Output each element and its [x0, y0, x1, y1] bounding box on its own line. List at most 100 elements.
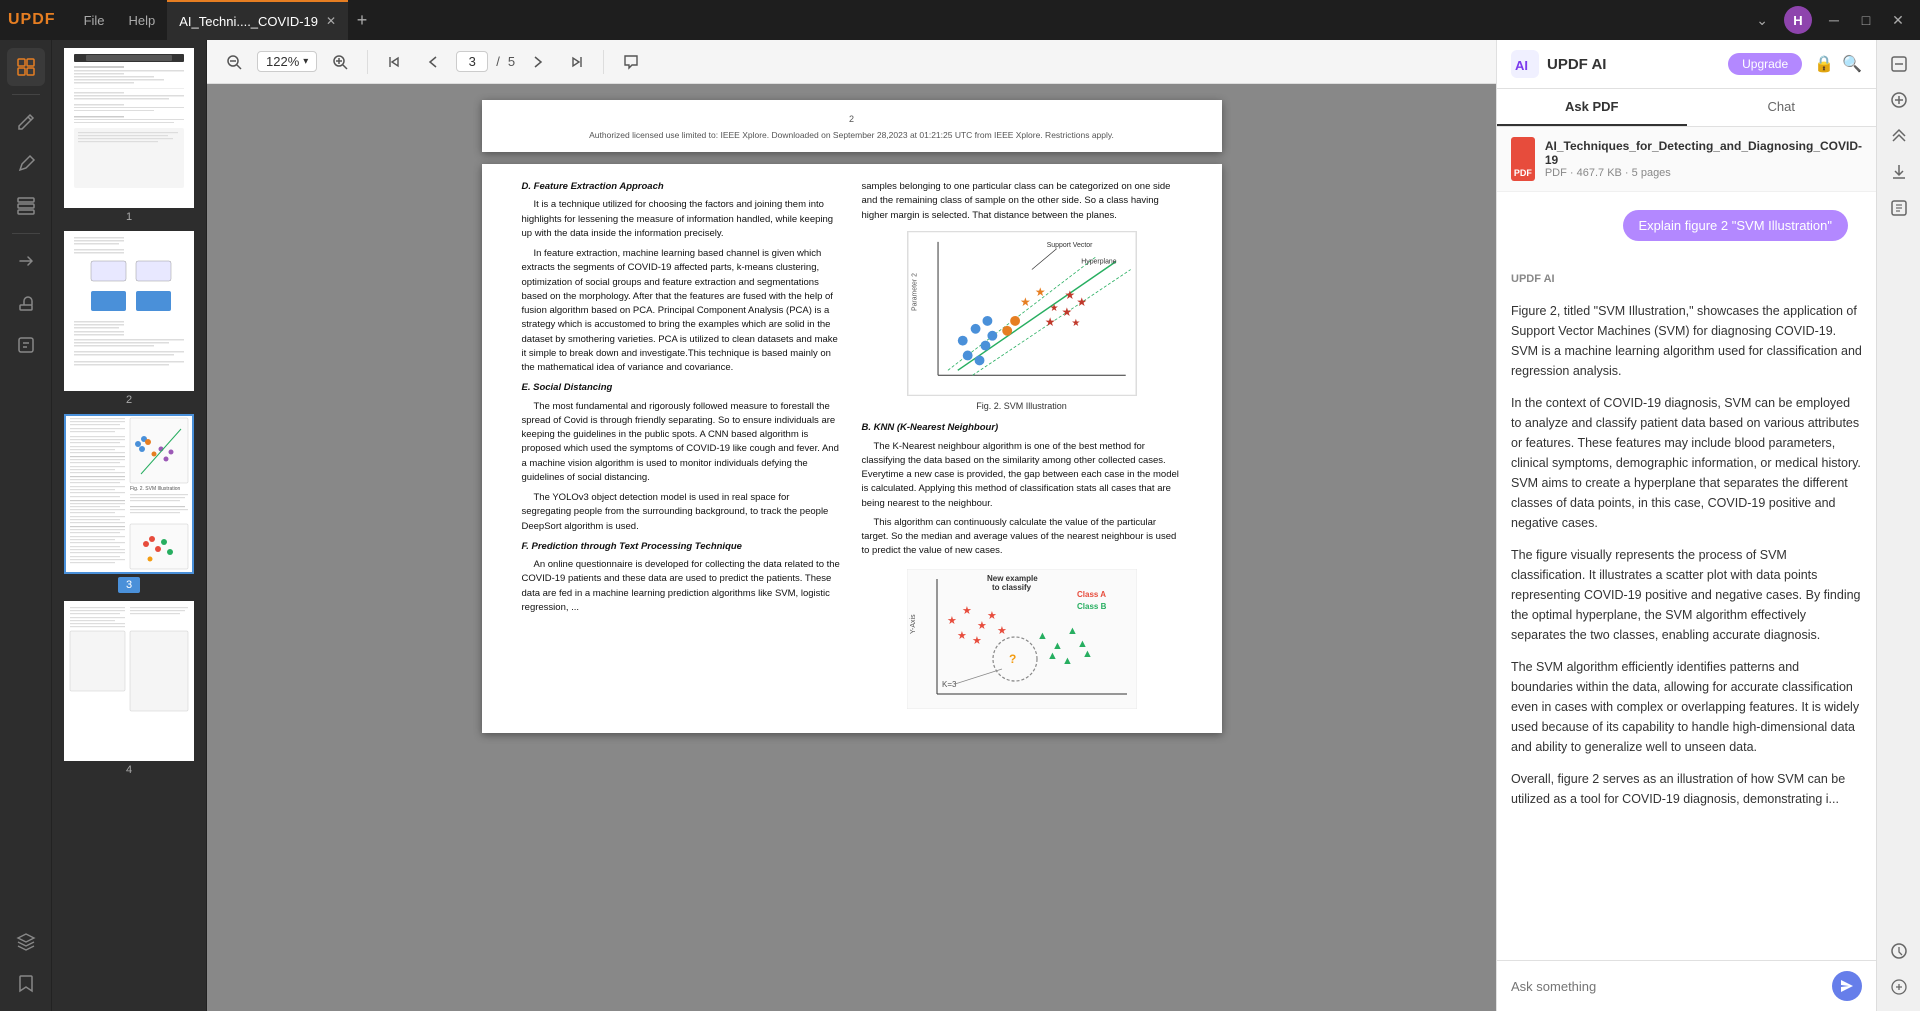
content-wrapper: 1: [0, 40, 1920, 1011]
zoom-out-button[interactable]: [219, 47, 249, 77]
svg-text:▲: ▲: [1062, 655, 1073, 667]
section-e-title: E. Social Distancing: [522, 381, 842, 395]
svg-text:★: ★: [1064, 288, 1075, 302]
zoom-value: 122%: [266, 54, 299, 69]
comment-button[interactable]: [616, 47, 646, 77]
sidebar-icon-ocr[interactable]: [7, 326, 45, 364]
tab-ask-pdf[interactable]: Ask PDF: [1497, 89, 1687, 126]
sidebar-icon-layers[interactable]: [7, 923, 45, 961]
section-f-para5: An online questionnaire is developed for…: [522, 558, 842, 615]
sidebar-icon-stamp[interactable]: [7, 284, 45, 322]
svg-text:K=3: K=3: [942, 680, 957, 689]
toolbar-sep-2: [603, 50, 604, 74]
fr-icon-1[interactable]: [1883, 48, 1915, 80]
left-sidebar: [0, 40, 52, 1011]
svg-text:Class B: Class B: [1077, 602, 1107, 611]
pdf-page-number-2: 2: [522, 108, 1182, 130]
svg-text:▲: ▲: [1037, 630, 1048, 642]
sidebar-icon-edit[interactable]: [7, 103, 45, 141]
updf-ai-logo: AI: [1511, 50, 1539, 78]
maximize-button[interactable]: □: [1852, 6, 1880, 34]
thumb-label-2: 2: [126, 394, 132, 406]
toolbar: 122% ▾ / 5: [207, 40, 1496, 84]
fr-icon-3[interactable]: [1883, 120, 1915, 152]
svg-text:Class A: Class A: [1077, 590, 1106, 599]
svg-text:★: ★: [997, 625, 1007, 637]
section-e-para4: The YOLOv3 object detection model is use…: [522, 491, 842, 534]
sidebar-icon-annotate[interactable]: [7, 145, 45, 183]
explain-btn-wrapper: Explain figure 2 "SVM Illustration": [1497, 192, 1876, 259]
sidebar-divider-2: [12, 233, 40, 234]
page-sep: /: [496, 54, 500, 69]
svg-text:Y-Axis: Y-Axis: [910, 613, 917, 633]
zoom-display[interactable]: 122% ▾: [257, 51, 317, 72]
ai-send-button[interactable]: [1832, 971, 1862, 1001]
pdf-authorized-text: Authorized licensed use limited to: IEEE…: [522, 130, 1182, 140]
zoom-dropdown-icon[interactable]: ▾: [303, 56, 308, 67]
svg-text:Fig. 2. SVM Illustration: Fig. 2. SVM Illustration: [130, 486, 181, 492]
explain-figure-button[interactable]: Explain figure 2 "SVM Illustration": [1623, 210, 1848, 241]
upgrade-button[interactable]: Upgrade: [1728, 53, 1802, 75]
ai-search-icon[interactable]: 🔍: [1842, 54, 1862, 74]
ai-message-1: Figure 2, titled "SVM Illustration," sho…: [1511, 301, 1862, 381]
window-controls: ─ □ ✕: [1820, 6, 1912, 34]
thumbnail-3[interactable]: Fig. 2. SVM Illustration: [58, 414, 200, 593]
sidebar-icon-layout[interactable]: [7, 48, 45, 86]
thumbnail-2[interactable]: 2: [58, 231, 200, 406]
window-dropdown-icon[interactable]: ⌄: [1756, 12, 1768, 29]
user-avatar[interactable]: H: [1784, 6, 1812, 34]
svg-text:★: ★: [1044, 315, 1055, 329]
zoom-in-button[interactable]: [325, 47, 355, 77]
section-b-para1: The K-Nearest neighbour algorithm is one…: [862, 440, 1182, 511]
page-last-button[interactable]: [561, 47, 591, 77]
page-number-input[interactable]: [456, 51, 488, 72]
ai-file-info: PDF AI_Techniques_for_Detecting_and_Diag…: [1497, 127, 1876, 192]
pdf-file-icon: PDF: [1511, 137, 1535, 181]
tab-help[interactable]: Help: [117, 0, 168, 40]
tab-close-icon[interactable]: ✕: [326, 14, 336, 28]
fr-icon-4[interactable]: [1883, 156, 1915, 188]
sidebar-icon-bookmark[interactable]: [7, 965, 45, 1003]
svg-text:Parameter 2: Parameter 2: [911, 273, 918, 311]
page-first-button[interactable]: [380, 47, 410, 77]
sidebar-divider-1: [12, 94, 40, 95]
ai-lock-icon[interactable]: 🔒: [1814, 54, 1834, 74]
svg-text:to classify: to classify: [992, 583, 1032, 592]
sidebar-icon-convert[interactable]: [7, 242, 45, 280]
ai-panel: AI UPDF AI Upgrade 🔒 🔍 Ask PDF Chat PDF …: [1496, 40, 1876, 1011]
pdf-page-footer: 2 Authorized licensed use limited to: IE…: [482, 100, 1222, 152]
ai-message-5: Overall, figure 2 serves as an illustrat…: [1511, 769, 1862, 809]
thumbnail-1[interactable]: 1: [58, 48, 200, 223]
far-right-panel: [1876, 40, 1920, 1011]
thumb-label-1: 1: [126, 211, 132, 223]
ai-message-4: The SVM algorithm efficiently identifies…: [1511, 657, 1862, 757]
ai-chat-area: UPDF AI Figure 2, titled "SVM Illustrati…: [1497, 259, 1876, 960]
fr-icon-bottom-2[interactable]: [1883, 971, 1915, 1003]
fr-icon-5[interactable]: [1883, 192, 1915, 224]
tab-file[interactable]: File: [72, 0, 117, 40]
page-prev-button[interactable]: [418, 47, 448, 77]
fr-icon-bottom-1[interactable]: [1883, 935, 1915, 967]
svg-text:★: ★: [1076, 295, 1087, 309]
ai-tabs: Ask PDF Chat: [1497, 89, 1876, 127]
fr-icon-2[interactable]: [1883, 84, 1915, 116]
page-next-button[interactable]: [523, 47, 553, 77]
new-tab-button[interactable]: +: [348, 6, 376, 34]
figure-svm-caption: Fig. 2. SVM Illustration: [976, 400, 1067, 414]
thumbnail-4[interactable]: 4: [58, 601, 200, 776]
svg-text:★: ★: [962, 605, 972, 617]
ai-ask-input[interactable]: [1511, 979, 1824, 994]
svg-text:★: ★: [947, 615, 957, 627]
svg-text:Hyperplane: Hyperplane: [1081, 258, 1116, 265]
close-button[interactable]: ✕: [1884, 6, 1912, 34]
sidebar-icon-organize[interactable]: [7, 187, 45, 225]
center-panel: 122% ▾ / 5: [207, 40, 1496, 1011]
tab-chat[interactable]: Chat: [1687, 89, 1877, 126]
section-b-para2: This algorithm can continuously calculat…: [862, 516, 1182, 559]
pdf-left-column: D. Feature Extraction Approach It is a t…: [522, 180, 842, 717]
tab-document[interactable]: AI_Techni...._COVID-19 ✕: [167, 0, 348, 40]
section-d-para2: In feature extraction, machine learning …: [522, 247, 842, 375]
right-intro: samples belonging to one particular clas…: [862, 180, 1182, 223]
minimize-button[interactable]: ─: [1820, 6, 1848, 34]
svg-text:★: ★: [972, 635, 982, 647]
